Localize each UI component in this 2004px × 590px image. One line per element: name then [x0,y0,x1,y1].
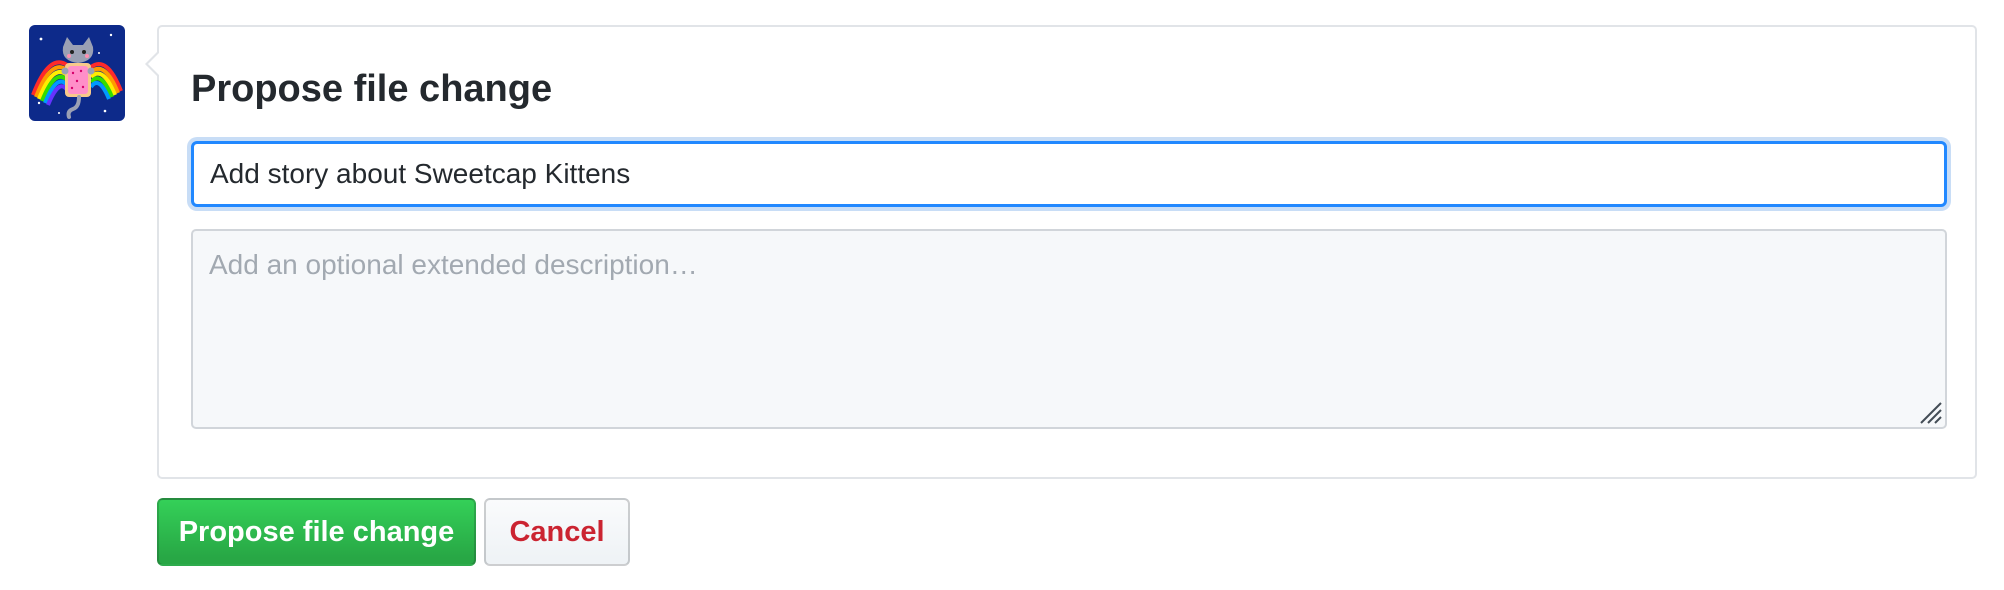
commit-description-textarea[interactable] [191,229,1947,429]
commit-form-heading: Propose file change [191,68,553,110]
nyan-cat-avatar-icon [29,25,125,121]
user-avatar[interactable] [29,25,125,121]
textarea-resize-handle-icon[interactable] [1917,399,1943,425]
propose-file-change-button[interactable]: Propose file change [157,498,476,566]
cancel-button[interactable]: Cancel [484,498,630,566]
commit-summary-input[interactable] [191,141,1947,207]
commit-form: Propose file change [145,25,1977,479]
